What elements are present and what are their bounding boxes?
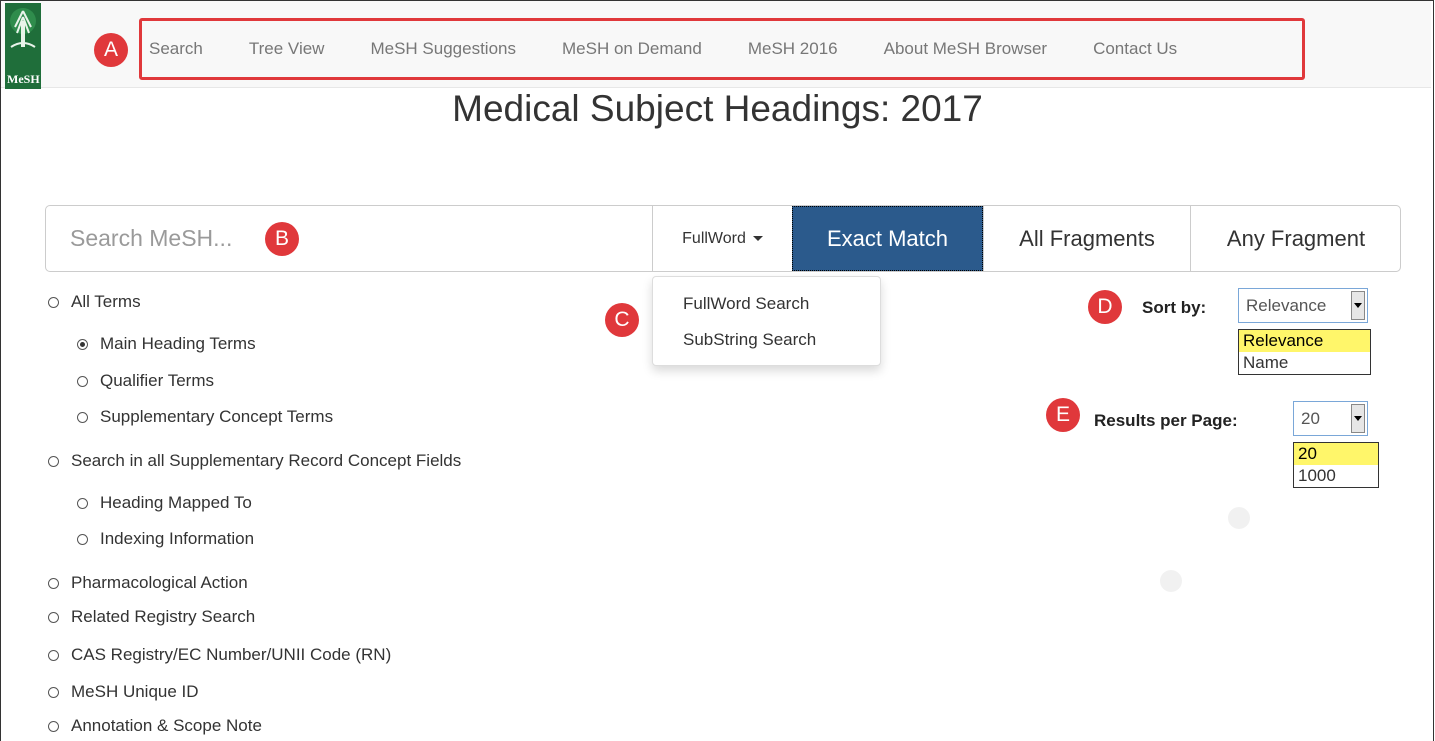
search-input[interactable] (46, 206, 652, 271)
top-navbar: MeSH A Search Tree View MeSH Suggestions… (1, 1, 1431, 89)
radio-option[interactable]: Heading Mapped To (77, 493, 252, 513)
results-per-page-label: Results per Page: (1094, 411, 1238, 430)
radio-option[interactable]: Qualifier Terms (77, 371, 214, 391)
radio-option[interactable]: All Terms (48, 292, 141, 312)
dropdown-arrow-icon (1351, 291, 1365, 320)
radio-button[interactable] (77, 533, 88, 545)
nav-item-contact[interactable]: Contact Us (1093, 39, 1177, 59)
radio-label: MeSH Unique ID (71, 682, 199, 701)
search-bar: B FullWord Exact Match All Fragments Any… (45, 205, 1401, 272)
radio-option[interactable]: CAS Registry/EC Number/UNII Code (RN) (48, 645, 391, 665)
radio-label: Related Registry Search (71, 607, 256, 626)
nav-item-about[interactable]: About MeSH Browser (884, 39, 1047, 59)
page-title: Medical Subject Headings: 2017 (452, 88, 983, 129)
menu-item-substring-search[interactable]: SubString Search (683, 330, 816, 350)
results-per-page-select[interactable]: 20 (1293, 401, 1368, 436)
background-decoration (1228, 507, 1250, 529)
exact-match-button[interactable]: Exact Match (792, 206, 983, 271)
marker-e: E (1046, 398, 1080, 432)
radio-label: Supplementary Concept Terms (100, 407, 334, 426)
radio-button[interactable] (48, 720, 59, 732)
marker-d: D (1088, 290, 1122, 324)
radio-label: Heading Mapped To (100, 493, 252, 512)
radio-label: Annotation & Scope Note (71, 716, 262, 735)
results-option-1000[interactable]: 1000 (1294, 465, 1378, 487)
sort-by-value: Relevance (1246, 296, 1327, 315)
all-fragments-button[interactable]: All Fragments (983, 206, 1190, 271)
radio-button[interactable] (77, 411, 88, 423)
tree-logo-icon (5, 3, 41, 73)
search-mode-label: FullWord (682, 229, 746, 247)
nav-item-tree-view[interactable]: Tree View (249, 39, 325, 59)
results-option-20[interactable]: 20 (1294, 443, 1378, 465)
radio-label: All Terms (71, 292, 141, 311)
nav-item-search[interactable]: Search (149, 39, 203, 59)
radio-label: Pharmacological Action (71, 573, 248, 592)
radio-label: Search in all Supplementary Record Conce… (71, 451, 462, 470)
radio-button[interactable] (48, 686, 59, 698)
logo-text: MeSH (7, 72, 40, 86)
radio-option[interactable]: Annotation & Scope Note (48, 716, 262, 736)
radio-label: CAS Registry/EC Number/UNII Code (RN) (71, 645, 392, 664)
marker-a: A (94, 33, 128, 67)
nav-item-mesh-on-demand[interactable]: MeSH on Demand (562, 39, 702, 59)
background-decoration (1160, 570, 1182, 592)
radio-option[interactable]: Pharmacological Action (48, 573, 248, 593)
caret-down-icon (752, 236, 763, 241)
any-fragment-button[interactable]: Any Fragment (1190, 206, 1401, 271)
radio-option[interactable]: Search in all Supplementary Record Conce… (48, 451, 461, 471)
radio-button[interactable] (48, 649, 59, 661)
radio-option[interactable]: Main Heading Terms (77, 334, 256, 354)
nav-item-mesh-2016[interactable]: MeSH 2016 (748, 39, 838, 59)
radio-option[interactable]: Supplementary Concept Terms (77, 407, 333, 427)
radio-label: Indexing Information (100, 529, 255, 548)
search-mode-dropdown-button[interactable]: FullWord (652, 206, 792, 271)
menu-item-fullword-search[interactable]: FullWord Search (683, 294, 809, 314)
sort-by-label: Sort by: (1142, 298, 1207, 317)
search-mode-menu: FullWord Search SubString Search (652, 276, 881, 366)
radio-button[interactable] (77, 375, 88, 387)
radio-option[interactable]: Indexing Information (77, 529, 254, 549)
sort-by-select[interactable]: Relevance (1238, 288, 1368, 323)
mesh-logo[interactable]: MeSH (5, 3, 41, 89)
results-per-page-options: 20 1000 (1293, 442, 1379, 488)
radio-option[interactable]: Related Registry Search (48, 607, 255, 627)
dropdown-arrow-icon (1351, 404, 1365, 433)
sort-option-name[interactable]: Name (1239, 352, 1370, 374)
nav-menu: Search Tree View MeSH Suggestions MeSH o… (149, 23, 1177, 75)
results-per-page-value: 20 (1301, 409, 1320, 428)
marker-c: C (605, 303, 639, 337)
radio-button[interactable] (48, 455, 59, 467)
marker-b: B (265, 222, 299, 256)
radio-button[interactable] (48, 611, 59, 623)
sort-by-options: Relevance Name (1238, 329, 1371, 375)
radio-button[interactable] (48, 577, 59, 589)
radio-button[interactable] (77, 497, 88, 509)
radio-label: Main Heading Terms (100, 334, 256, 353)
radio-option[interactable]: MeSH Unique ID (48, 682, 199, 702)
radio-button[interactable] (77, 338, 88, 350)
radio-label: Qualifier Terms (100, 371, 214, 390)
sort-option-relevance[interactable]: Relevance (1239, 330, 1370, 352)
radio-button[interactable] (48, 296, 59, 308)
nav-item-mesh-suggestions[interactable]: MeSH Suggestions (370, 39, 516, 59)
